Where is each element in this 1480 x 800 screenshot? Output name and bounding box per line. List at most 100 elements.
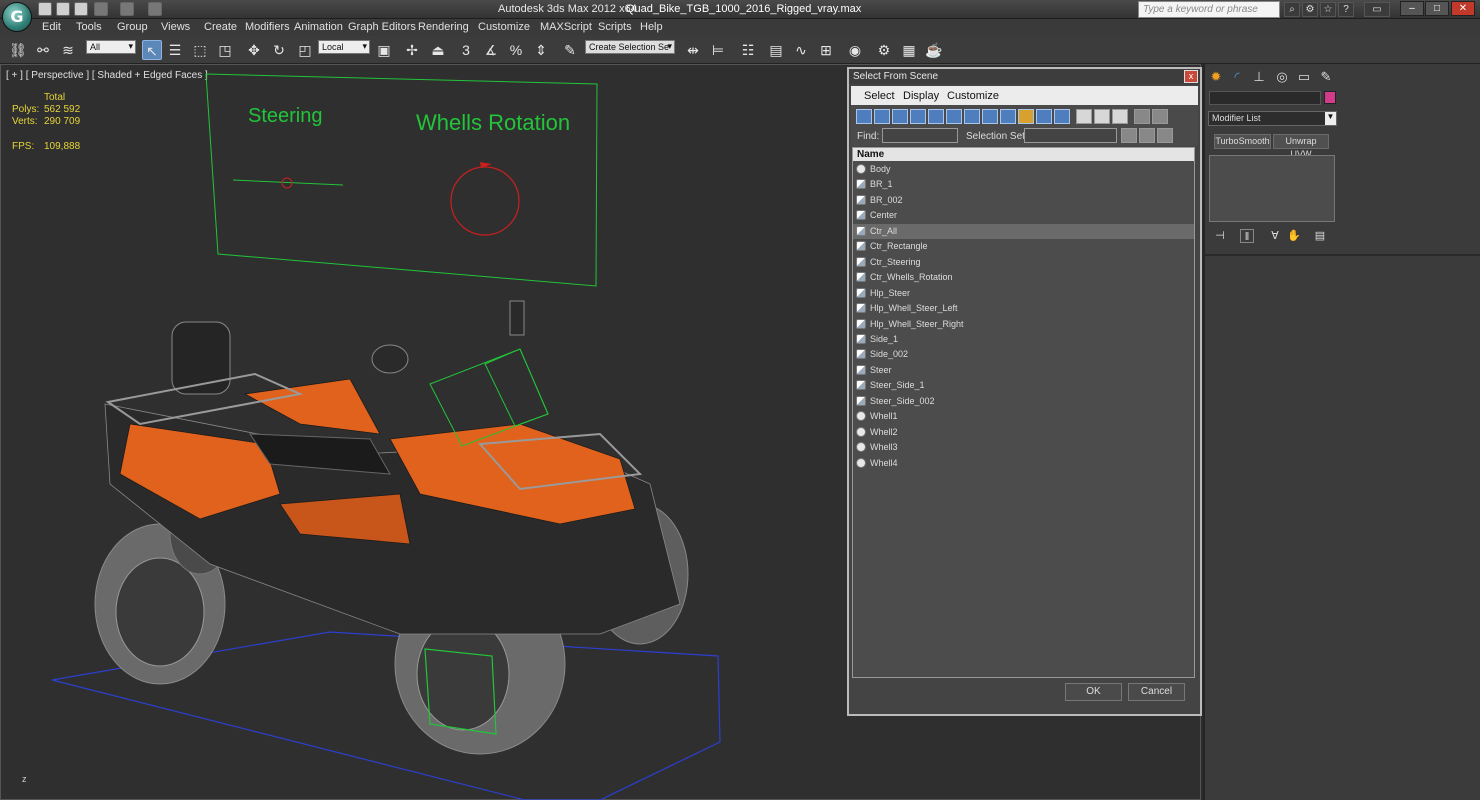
menu-scripts[interactable]: Scripts: [598, 21, 632, 33]
modifier-list-dropdown[interactable]: Modifier List ▼: [1208, 111, 1337, 126]
bind-to-space-warp-icon[interactable]: ≋: [58, 40, 78, 60]
angle-snap-icon[interactable]: ∡: [481, 40, 501, 60]
project-folder-icon[interactable]: [148, 2, 162, 16]
show-end-result-icon[interactable]: ‖: [1240, 229, 1254, 243]
select-and-move-icon[interactable]: ✥: [244, 40, 264, 60]
spinner-snap-icon[interactable]: ⇕: [531, 40, 551, 60]
layer-manager-icon[interactable]: ☷: [738, 40, 758, 60]
display-tab-icon[interactable]: ▭: [1295, 68, 1313, 86]
list-item[interactable]: Hlp_Whell_Steer_Left: [853, 301, 1194, 316]
window-crossing-icon[interactable]: ◳: [215, 40, 235, 60]
object-name-field[interactable]: [1209, 91, 1321, 105]
select-by-name-icon[interactable]: ☰: [165, 40, 185, 60]
info-center-icon[interactable]: ▭: [1364, 2, 1390, 17]
menu-animation[interactable]: Animation: [294, 21, 343, 33]
display-lights-icon[interactable]: [892, 109, 908, 124]
list-item[interactable]: Side_002: [853, 347, 1194, 362]
subscription-icon[interactable]: ⚙: [1302, 2, 1318, 17]
list-item[interactable]: Ctr_Rectangle: [853, 239, 1194, 254]
find-input[interactable]: [882, 128, 958, 143]
select-and-link-icon[interactable]: ⛓: [8, 40, 28, 60]
select-and-manipulate-icon[interactable]: ✢: [402, 40, 422, 60]
mirror-icon[interactable]: ⇹: [683, 40, 703, 60]
list-item[interactable]: Whell3: [853, 440, 1194, 455]
list-item[interactable]: Steer_Side_002: [853, 394, 1194, 409]
list-item[interactable]: BR_1: [853, 177, 1194, 192]
list-item[interactable]: Hlp_Whell_Steer_Right: [853, 317, 1194, 332]
filter-options-icon[interactable]: [1152, 109, 1168, 124]
display-containers-icon[interactable]: [1018, 109, 1034, 124]
cancel-button[interactable]: Cancel: [1128, 683, 1185, 701]
list-item[interactable]: Steer_Side_1: [853, 378, 1194, 393]
list-item[interactable]: Ctr_All: [853, 223, 1194, 239]
curve-editor-icon[interactable]: ∿: [791, 40, 811, 60]
list-item[interactable]: Ctr_Whells_Rotation: [853, 270, 1194, 285]
menu-group[interactable]: Group: [117, 21, 148, 33]
help-icon[interactable]: ?: [1338, 2, 1354, 17]
unwrap-uvw-button[interactable]: Unwrap UVW: [1273, 134, 1329, 159]
utilities-tab-icon[interactable]: ✎: [1317, 68, 1335, 86]
menu-rendering[interactable]: Rendering: [418, 21, 469, 33]
pivot-center-icon[interactable]: ▣: [374, 40, 394, 60]
display-bones-icon[interactable]: [1000, 109, 1016, 124]
turbosmooth-button[interactable]: TurboSmooth: [1214, 134, 1271, 149]
render-setup-icon[interactable]: ⚙: [874, 40, 894, 60]
dialog-menu-select[interactable]: Select: [864, 90, 895, 102]
percent-snap-icon[interactable]: %: [506, 40, 526, 60]
menu-modifiers[interactable]: Modifiers: [245, 21, 290, 33]
named-selection-set-dropdown[interactable]: Create Selection Se: [585, 40, 675, 54]
select-and-scale-icon[interactable]: ◰: [295, 40, 315, 60]
list-item[interactable]: Whell1: [853, 409, 1194, 424]
list-item[interactable]: Center: [853, 208, 1194, 223]
schematic-view-icon[interactable]: ⊞: [816, 40, 836, 60]
binoculars-icon[interactable]: ⌕: [1284, 2, 1300, 17]
select-object-icon[interactable]: ↖: [142, 40, 162, 60]
modify-tab-icon[interactable]: ◜: [1228, 68, 1246, 86]
unlink-icon[interactable]: ⚯: [33, 40, 53, 60]
dialog-close-button[interactable]: x: [1184, 70, 1198, 83]
select-and-rotate-icon[interactable]: ↻: [269, 40, 289, 60]
dialog-menu-display[interactable]: Display: [903, 90, 939, 102]
viewport-scene[interactable]: Steering Whells Rotation z: [0, 64, 846, 800]
display-frozen-icon[interactable]: [1036, 109, 1052, 124]
dialog-menu-customize[interactable]: Customize: [947, 90, 999, 102]
display-shapes-icon[interactable]: [874, 109, 890, 124]
list-item[interactable]: Ctr_Steering: [853, 255, 1194, 270]
list-item[interactable]: Whell4: [853, 456, 1194, 471]
minimize-button[interactable]: –: [1400, 1, 1424, 16]
close-window-button[interactable]: ✕: [1451, 1, 1475, 16]
wheel-rotation-control[interactable]: [450, 166, 520, 236]
rectangle-selection-icon[interactable]: ⬚: [190, 40, 210, 60]
menu-create[interactable]: Create: [204, 21, 237, 33]
undo-icon[interactable]: [94, 2, 108, 16]
display-geometry-icon[interactable]: [856, 109, 872, 124]
configure-modifier-sets-icon[interactable]: ▤: [1313, 229, 1327, 243]
list-item[interactable]: Body: [853, 162, 1194, 177]
display-all-icon[interactable]: [1076, 109, 1092, 124]
favorites-icon[interactable]: ☆: [1320, 2, 1336, 17]
material-editor-icon[interactable]: ◉: [845, 40, 865, 60]
display-space-warps-icon[interactable]: [946, 109, 962, 124]
display-cameras-icon[interactable]: [910, 109, 926, 124]
edit-named-selection-icon[interactable]: ✎: [560, 40, 580, 60]
rendered-frame-window-icon[interactable]: ▦: [899, 40, 919, 60]
keyboard-shortcut-override-icon[interactable]: ⏏: [428, 40, 448, 60]
display-helpers-icon[interactable]: [928, 109, 944, 124]
new-file-icon[interactable]: [38, 2, 52, 16]
create-selection-set-icon[interactable]: [1121, 128, 1137, 143]
motion-tab-icon[interactable]: ◎: [1273, 68, 1291, 86]
ok-button[interactable]: OK: [1065, 683, 1122, 701]
display-none-icon[interactable]: [1094, 109, 1110, 124]
open-file-icon[interactable]: [56, 2, 70, 16]
reference-coord-dropdown[interactable]: Local: [318, 40, 370, 54]
remove-from-selection-set-icon[interactable]: [1157, 128, 1173, 143]
list-item[interactable]: Steer: [853, 363, 1194, 378]
display-invert-icon[interactable]: [1112, 109, 1128, 124]
menu-views[interactable]: Views: [161, 21, 190, 33]
menu-tools[interactable]: Tools: [76, 21, 102, 33]
graphite-ribbon-icon[interactable]: ▤: [766, 40, 786, 60]
maximize-button[interactable]: □: [1425, 1, 1449, 16]
display-hidden-icon[interactable]: [1054, 109, 1070, 124]
hierarchy-tab-icon[interactable]: ⊥: [1250, 68, 1268, 86]
modifier-stack[interactable]: [1209, 155, 1335, 222]
